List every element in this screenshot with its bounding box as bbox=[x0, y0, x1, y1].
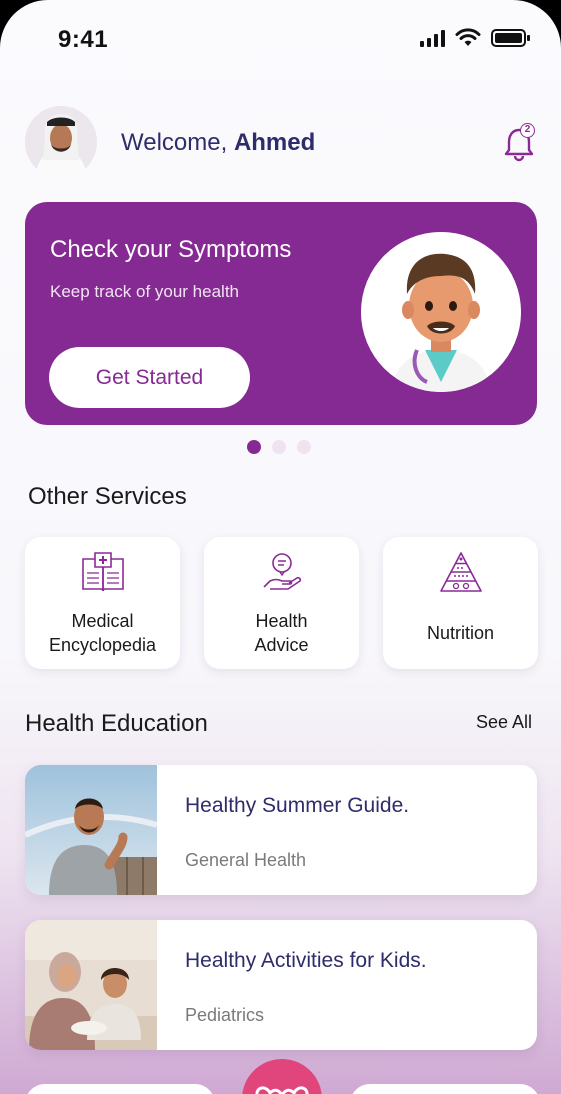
banner-subtitle: Keep track of your health bbox=[50, 282, 240, 301]
article-thumbnail bbox=[25, 920, 157, 1050]
article-thumbnail bbox=[25, 765, 157, 895]
hand-heart-chat-icon bbox=[262, 553, 301, 590]
service-label: Nutrition bbox=[426, 623, 495, 643]
pagination-dot-1[interactable] bbox=[247, 440, 261, 454]
battery-icon bbox=[491, 29, 530, 47]
pagination-dot-2[interactable] bbox=[272, 440, 286, 454]
see-all-link[interactable]: See All bbox=[476, 712, 532, 733]
phone-screen: 9:41 Welcome, Ahmed 2 Check your Symptom… bbox=[0, 0, 561, 1094]
notification-badge: 2 bbox=[520, 123, 535, 138]
user-portrait-icon bbox=[25, 106, 97, 178]
user-name: Ahmed bbox=[233, 129, 316, 156]
greeting-label: Welcome, bbox=[121, 129, 228, 156]
article-title: Healthy Summer Guide. bbox=[185, 794, 410, 817]
service-nutrition[interactable]: Nutrition bbox=[383, 537, 538, 669]
welcome-text: Welcome, Ahmed bbox=[121, 129, 315, 157]
status-icons bbox=[420, 28, 531, 48]
heart-icon bbox=[255, 1086, 309, 1094]
runner-photo-icon bbox=[25, 765, 157, 895]
pagination-dot-3[interactable] bbox=[297, 440, 311, 454]
banner-pagination[interactable] bbox=[247, 440, 311, 454]
service-health-advice[interactable]: Health Advice bbox=[204, 537, 359, 669]
bottom-nav-right[interactable] bbox=[350, 1084, 540, 1094]
article-category: General Health bbox=[185, 850, 307, 870]
banner-title: Check your Symptoms bbox=[50, 236, 292, 263]
mother-child-photo-icon bbox=[25, 920, 157, 1050]
avatar[interactable] bbox=[25, 106, 97, 178]
food-pyramid-icon bbox=[439, 552, 482, 592]
service-label: Health Advice bbox=[254, 611, 309, 655]
services-row: Medical Encyclopedia Health Advice Nutri… bbox=[25, 537, 538, 669]
other-services-title: Other Services bbox=[28, 483, 187, 510]
bottom-nav-home-button[interactable] bbox=[242, 1059, 322, 1094]
article-card[interactable]: Healthy Activities for Kids. Pediatrics bbox=[25, 920, 537, 1050]
doctor-illustration-icon bbox=[361, 232, 521, 392]
article-card[interactable]: Healthy Summer Guide. General Health bbox=[25, 765, 537, 895]
get-started-button[interactable]: Get Started bbox=[49, 347, 250, 408]
doctor-avatar bbox=[361, 232, 521, 392]
book-medical-icon bbox=[81, 552, 124, 592]
cellular-signal-icon bbox=[420, 29, 445, 47]
symptom-checker-banner[interactable]: Check your Symptoms Keep track of your h… bbox=[25, 202, 537, 425]
status-time: 9:41 bbox=[58, 26, 109, 53]
status-bar: 9:41 bbox=[0, 0, 561, 80]
service-medical-encyclopedia[interactable]: Medical Encyclopedia bbox=[25, 537, 180, 669]
article-category: Pediatrics bbox=[185, 1005, 265, 1025]
wifi-icon bbox=[455, 28, 481, 46]
service-label: Medical Encyclopedia bbox=[48, 611, 157, 655]
health-education-title: Health Education bbox=[25, 710, 208, 737]
article-title: Healthy Activities for Kids. bbox=[185, 949, 427, 972]
bottom-nav-left[interactable] bbox=[25, 1084, 215, 1094]
